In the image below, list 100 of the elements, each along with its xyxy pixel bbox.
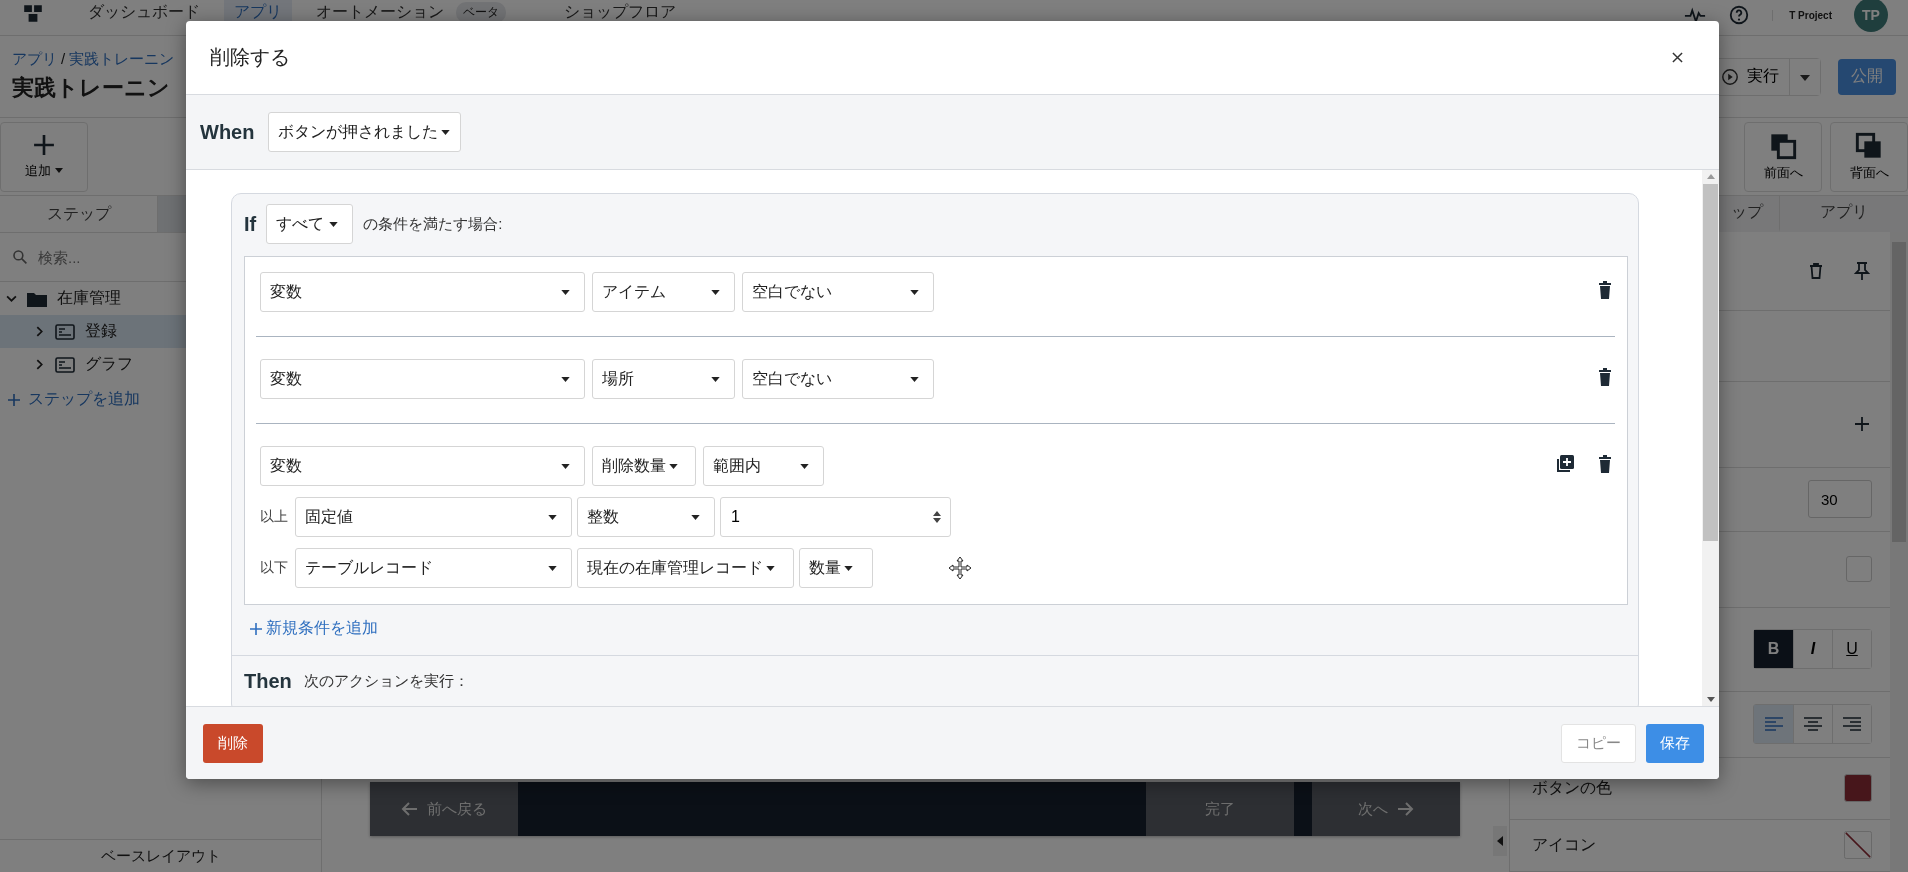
condition-text: の条件を満たす場合: xyxy=(363,214,503,234)
chevron-right-icon[interactable] xyxy=(34,359,45,370)
dialog-title: 削除する xyxy=(210,45,290,70)
plus-icon xyxy=(250,622,262,635)
chevron-down-icon[interactable] xyxy=(6,293,17,304)
breadcrumb-link[interactable]: アプリ xyxy=(12,50,57,69)
sidebar-tab[interactable]: ステップ xyxy=(0,196,158,232)
play-icon xyxy=(1721,67,1739,86)
scroll-down-icon[interactable] xyxy=(1706,697,1715,702)
field-label: ボタンの色 xyxy=(1532,777,1612,798)
dropdown[interactable]: 空白でない xyxy=(742,272,934,312)
collapse-button[interactable] xyxy=(1493,826,1507,856)
caret-icon xyxy=(691,514,700,520)
scroll-up-icon[interactable] xyxy=(1706,174,1715,179)
spinner-icon[interactable] xyxy=(933,510,941,524)
scrollbar[interactable] xyxy=(1890,232,1908,872)
dropdown[interactable]: テーブルレコード xyxy=(295,548,572,588)
app-title: 実践トレーニン xyxy=(12,74,171,102)
dropdown[interactable]: 変数 xyxy=(260,272,585,312)
next-button[interactable]: 次へ xyxy=(1312,782,1460,836)
dropdown[interactable]: 数量 xyxy=(799,548,873,588)
done-button[interactable]: 完了 xyxy=(1146,782,1294,836)
caret-icon xyxy=(669,463,678,469)
caret-icon xyxy=(910,289,919,295)
duplicate-icon[interactable] xyxy=(1555,454,1575,474)
if-label: If xyxy=(244,212,257,236)
arrow-left-icon xyxy=(401,802,417,816)
caret-icon xyxy=(329,221,339,227)
copy-button[interactable]: コピー xyxy=(1561,723,1636,763)
bring-front-button[interactable]: 前面へ xyxy=(1744,121,1822,192)
delete-button[interactable]: 削除 xyxy=(203,723,263,763)
save-button[interactable]: 保存 xyxy=(1646,723,1704,763)
caret-icon xyxy=(561,289,570,295)
underline-button[interactable]: U xyxy=(1832,630,1871,669)
no-icon-swatch[interactable] xyxy=(1844,831,1872,860)
search-field[interactable]: 検索... xyxy=(36,247,239,267)
caret-icon xyxy=(561,463,570,469)
caret-icon xyxy=(711,289,720,295)
help-icon[interactable] xyxy=(1728,4,1751,26)
caret-icon xyxy=(55,168,63,173)
add-button[interactable]: 追加 xyxy=(0,121,88,192)
align-center-icon xyxy=(1803,716,1823,733)
range-label: 以上 xyxy=(260,508,289,526)
nav-tab[interactable]: ショップフロア xyxy=(554,0,686,31)
close-icon[interactable] xyxy=(1672,52,1683,63)
align-right-button[interactable] xyxy=(1832,705,1871,744)
dropdown[interactable]: 現在の在庫管理レコード xyxy=(577,548,794,588)
align-right-icon xyxy=(1842,716,1862,733)
color-swatch[interactable] xyxy=(1844,774,1872,803)
nav-tab[interactable]: ダッシュボード xyxy=(78,0,210,31)
scrollbar[interactable] xyxy=(1702,170,1719,706)
checkbox[interactable] xyxy=(1846,556,1872,583)
caret-icon xyxy=(800,463,809,469)
arrow-right-icon xyxy=(1398,802,1414,816)
number-field[interactable]: 1 xyxy=(720,497,951,537)
dropdown[interactable]: 範囲内 xyxy=(703,446,824,486)
base-layout-tab[interactable]: ベースレイアウト xyxy=(0,839,321,872)
add-condition-link[interactable]: 新規条件を追加 xyxy=(250,618,378,639)
bring-front-icon xyxy=(1769,131,1797,160)
breadcrumb-link[interactable]: 実践トレーニン xyxy=(69,50,175,69)
dropdown[interactable]: 整数 xyxy=(577,497,715,537)
send-back-button[interactable]: 背面へ xyxy=(1830,121,1908,192)
run-menu-button[interactable] xyxy=(1789,58,1820,95)
dropdown[interactable]: 変数 xyxy=(260,359,585,399)
action-text: 次のアクションを実行： xyxy=(303,672,469,691)
dropdown[interactable]: 空白でない xyxy=(742,359,934,399)
dropdown[interactable]: アイテム xyxy=(592,272,735,312)
chevron-right-icon[interactable] xyxy=(34,326,45,337)
search-icon xyxy=(12,249,28,265)
trigger-dropdown[interactable]: ボタンが押されました xyxy=(268,112,462,152)
user-avatar[interactable]: TP xyxy=(1854,0,1888,32)
send-back-icon xyxy=(1855,131,1883,160)
project-name[interactable]: T Project xyxy=(1772,9,1832,21)
plus-icon xyxy=(8,393,20,406)
bold-button[interactable]: B xyxy=(1754,630,1793,669)
scrollbar-thumb[interactable] xyxy=(1703,184,1718,541)
dropdown[interactable]: 変数 xyxy=(260,446,585,486)
caret-icon xyxy=(711,376,720,382)
dropdown[interactable]: 場所 xyxy=(592,359,735,399)
then-label: Then xyxy=(244,670,292,693)
caret-icon xyxy=(548,514,557,520)
add-label: 追加 xyxy=(25,161,63,180)
dropdown[interactable]: 固定値 xyxy=(295,497,572,537)
logo-icon[interactable] xyxy=(22,2,44,24)
when-label: When xyxy=(200,120,255,144)
back-button[interactable]: 前へ戻る xyxy=(370,782,518,836)
screen-icon xyxy=(55,356,75,373)
pin-icon[interactable] xyxy=(1852,260,1872,281)
align-left-icon xyxy=(1763,716,1784,733)
number-field[interactable]: 30 xyxy=(1808,480,1872,519)
match-dropdown[interactable]: すべて xyxy=(266,204,354,244)
caret-icon xyxy=(766,565,775,571)
dropdown[interactable]: 削除数量 xyxy=(592,446,696,486)
caret-icon xyxy=(561,376,570,382)
caret-icon xyxy=(441,129,451,135)
range-label: 以下 xyxy=(260,559,289,577)
caret-icon xyxy=(1497,836,1503,846)
folder-icon xyxy=(27,290,47,307)
field-label: アイコン xyxy=(1532,834,1596,855)
nav-tab[interactable]: オートメーション xyxy=(306,0,454,31)
